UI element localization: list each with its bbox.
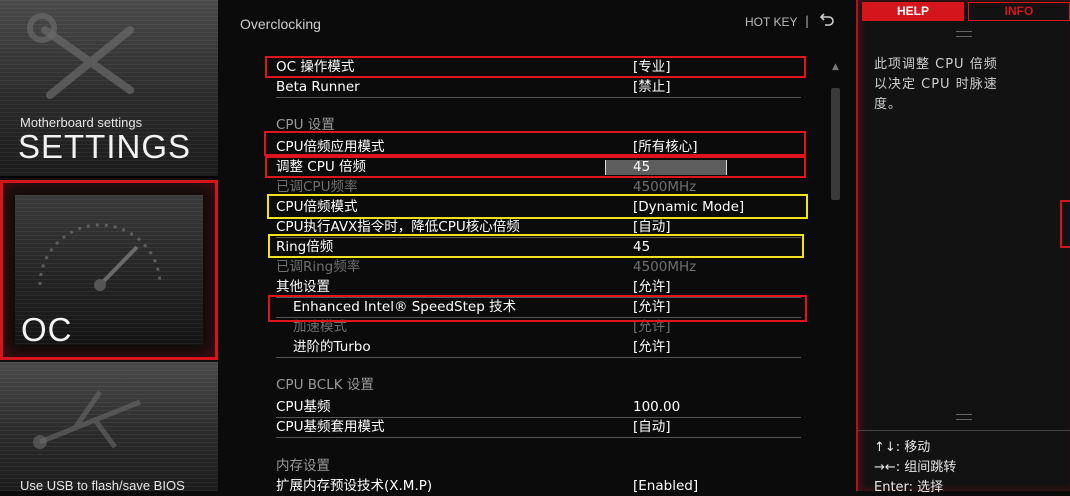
setting-advanced-turbo[interactable]: 进阶的Turbo [允许]: [276, 338, 801, 358]
key-hint-select: Enter: 选择: [874, 480, 944, 495]
setting-value: 45: [633, 239, 651, 255]
section-memory-settings: 内存设置: [276, 457, 801, 476]
setting-enhanced-speedstep[interactable]: Enhanced Intel® SpeedStep 技术 [允许]: [276, 298, 801, 318]
hotkey-separator: |: [805, 14, 810, 28]
section-cpu-settings: CPU 设置: [276, 116, 801, 135]
scroll-up-icon[interactable]: ▲: [832, 62, 839, 72]
setting-label: 加速模式: [293, 319, 347, 335]
setting-label: 已调Ring频率: [276, 259, 361, 275]
setting-value: [允许]: [633, 319, 671, 335]
setting-label: Ring倍频: [276, 239, 334, 255]
setting-label: CPU倍频模式: [276, 199, 358, 215]
setting-label: OC 操作模式: [276, 59, 355, 75]
setting-turbo-mode: 加速模式 [允许]: [276, 318, 801, 337]
setting-label: 进阶的Turbo: [293, 339, 371, 355]
setting-value: [Enabled]: [633, 478, 699, 494]
key-hint-group-jump: →←: 组间跳转: [874, 460, 957, 475]
tab-info[interactable]: INFO: [968, 2, 1070, 21]
setting-cpu-ratio-mode[interactable]: CPU倍频模式 [Dynamic Mode]: [276, 198, 801, 218]
setting-oc-mode[interactable]: OC 操作模式 [专业]: [276, 58, 801, 78]
setting-value: [允许]: [633, 339, 671, 355]
tools-icon: [27, 13, 134, 99]
sidebar: Motherboard settings SETTINGS OC Use USB…: [0, 0, 218, 491]
setting-xmp[interactable]: 扩展内存预设技术(X.M.P) [Enabled]: [276, 477, 801, 496]
settings-title: SETTINGS: [18, 128, 192, 165]
setting-value: 4500MHz: [633, 179, 697, 195]
setting-label: 扩展内存预设技术(X.M.P): [276, 478, 433, 494]
setting-value: [自动]: [633, 219, 671, 235]
setting-label: CPU执行AVX指令时，降低CPU核心倍频: [276, 219, 520, 235]
scrollbar-thumb[interactable]: [831, 88, 840, 200]
setting-label: CPU基频: [276, 399, 331, 415]
help-divider: [858, 430, 1070, 431]
mflash-panel[interactable]: Use USB to flash/save BIOS: [0, 362, 218, 491]
back-icon[interactable]: [819, 12, 835, 28]
setting-value: [专业]: [633, 59, 671, 75]
setting-other-settings[interactable]: 其他设置 [允许]: [276, 278, 801, 298]
setting-cpu-ratio-apply-mode[interactable]: CPU倍频应用模式 [所有核心]: [276, 138, 801, 158]
help-description: 此项调整 CPU 倍频以决定 CPU 时脉速度。: [874, 57, 998, 112]
setting-value: [自动]: [633, 419, 671, 435]
setting-ring-ratio[interactable]: Ring倍频 45: [276, 238, 801, 258]
setting-value: 100.00: [633, 399, 681, 415]
info-adjusted-cpu-frequency: 已调CPU频率 4500MHz: [276, 178, 801, 197]
speedometer-icon: [38, 223, 162, 291]
setting-label: 其他设置: [276, 279, 330, 295]
grip-icon: [956, 31, 972, 37]
setting-value: [允许]: [633, 299, 671, 315]
section-bclk-settings: CPU BCLK 设置: [276, 376, 801, 395]
setting-value: [所有核心]: [633, 139, 698, 155]
info-adjusted-ring-frequency: 已调Ring频率 4500MHz: [276, 258, 801, 277]
oc-title: OC: [21, 311, 73, 348]
usb-icon: [33, 390, 141, 449]
setting-label: CPU倍频应用模式: [276, 139, 385, 155]
setting-cpu-base-clock[interactable]: CPU基频 100.00: [276, 398, 801, 418]
setting-label: Enhanced Intel® SpeedStep 技术: [293, 299, 517, 315]
hotkey-button[interactable]: HOT KEY: [745, 15, 797, 29]
setting-label: 调整 CPU 倍频: [276, 159, 367, 175]
setting-avx-ratio-offset[interactable]: CPU执行AVX指令时，降低CPU核心倍频 [自动]: [276, 218, 801, 238]
section-heading: CPU 设置: [276, 117, 335, 133]
grip-icon: [956, 414, 972, 420]
setting-label: CPU基频套用模式: [276, 419, 385, 435]
setting-value: 45: [633, 159, 651, 175]
usb-flash-label: Use USB to flash/save BIOS: [20, 478, 185, 491]
setting-label: Beta Runner: [276, 79, 360, 95]
setting-base-clock-apply-mode[interactable]: CPU基频套用模式 [自动]: [276, 418, 801, 438]
section-heading: CPU BCLK 设置: [276, 377, 374, 393]
setting-label: 已调CPU频率: [276, 179, 358, 195]
setting-value: [允许]: [633, 279, 671, 295]
page-title: Overclocking: [240, 16, 321, 32]
panel-edge-marker: [1060, 200, 1070, 248]
setting-value: 4500MHz: [633, 259, 697, 275]
oc-panel[interactable]: OC: [0, 180, 218, 360]
section-heading: 内存设置: [276, 458, 330, 474]
setting-cpu-ratio[interactable]: 调整 CPU 倍频 45: [276, 158, 801, 177]
tab-help[interactable]: HELP: [862, 2, 964, 21]
key-hint-move: ↑↓: 移动: [874, 440, 931, 455]
setting-value: [禁止]: [633, 79, 671, 95]
settings-panel[interactable]: Motherboard settings SETTINGS: [0, 0, 218, 178]
setting-beta-runner[interactable]: Beta Runner [禁止]: [276, 78, 801, 98]
value-input-box[interactable]: [605, 160, 727, 175]
setting-value: [Dynamic Mode]: [633, 199, 745, 215]
